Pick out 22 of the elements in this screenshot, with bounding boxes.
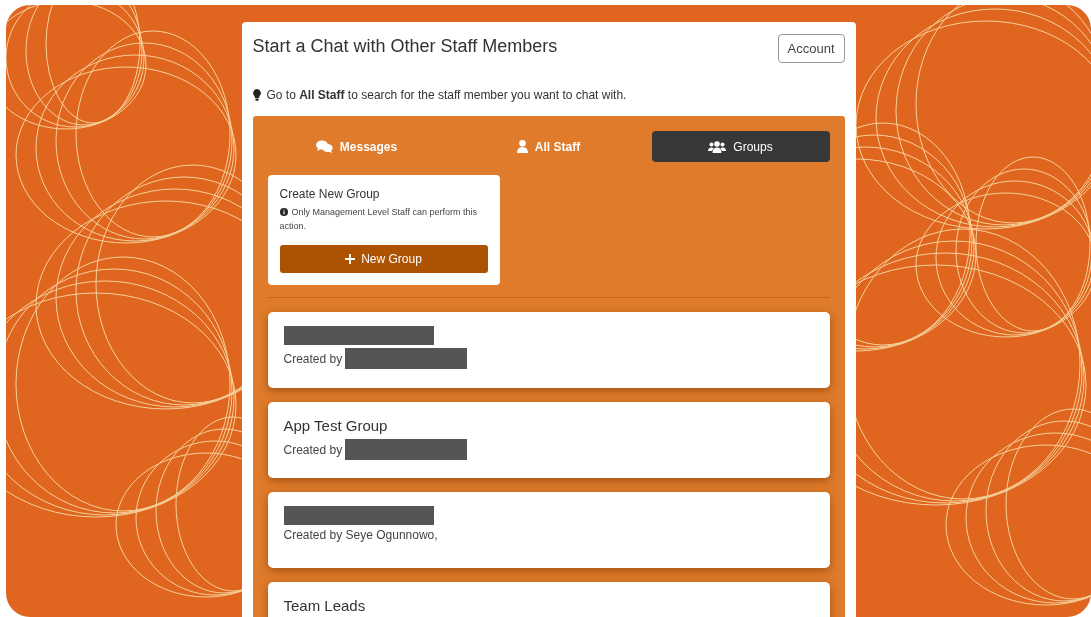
group-card[interactable]: App Test Group Created by — [267, 402, 830, 478]
creator-label: Created by — [283, 351, 343, 366]
tab[interactable]: Groups — [651, 131, 830, 162]
creator-label: Created by Seye Ogunnowo, — [283, 528, 438, 543]
new-group-button[interactable]: New Group — [279, 245, 488, 273]
group-card[interactable]: Team Leads — [267, 582, 830, 617]
page-title: Start a Chat with Other Staff Members — [252, 36, 558, 57]
group-card[interactable]: Created by — [267, 312, 830, 388]
group-name: Team Leads — [283, 596, 367, 616]
account-button[interactable]: Account — [777, 34, 845, 63]
person-icon — [516, 140, 528, 153]
people-icon — [708, 140, 727, 153]
create-group-title: Create New Group — [279, 187, 381, 201]
creator-label: Created by — [283, 442, 343, 457]
plus-icon — [345, 254, 356, 264]
hint-text: Go to All Staff to search for the staff member you want to chat with. — [266, 88, 627, 102]
info-icon — [279, 208, 288, 216]
group-name: App Test Group — [283, 416, 389, 436]
permission-notice: Only Management Level Staff can perform this action. — [279, 206, 478, 233]
chat-bubbles-icon — [315, 140, 333, 153]
group-card[interactable]: Created by Seye Ogunnowo, — [267, 492, 830, 568]
lightbulb-icon — [252, 89, 261, 101]
